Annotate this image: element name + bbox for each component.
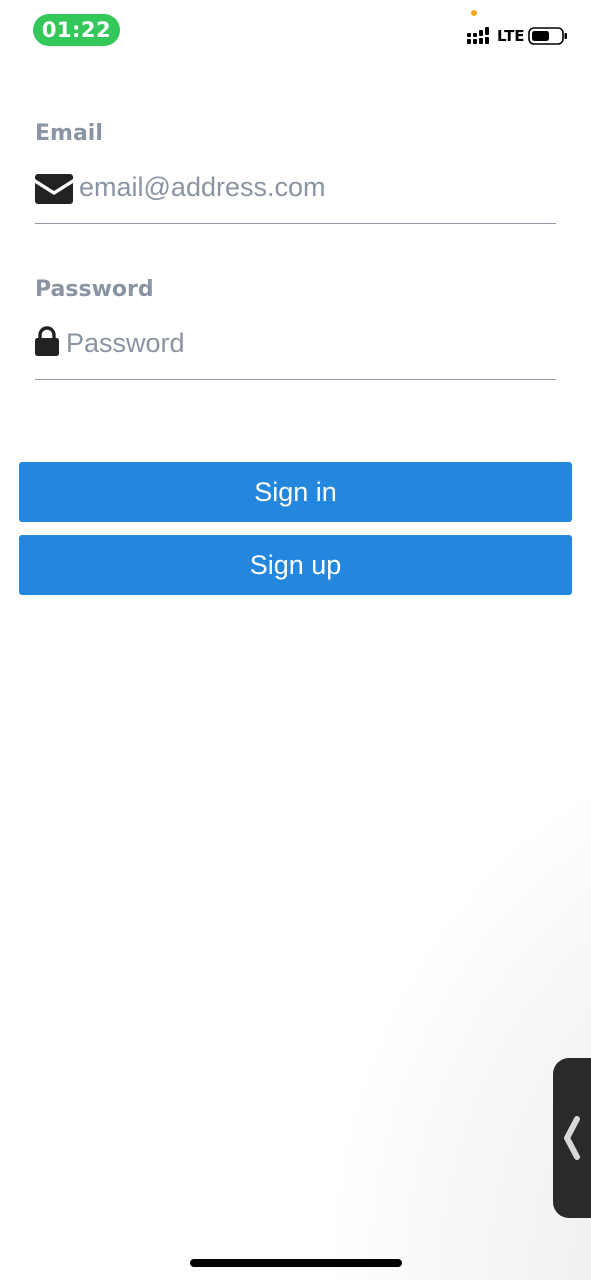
battery-icon xyxy=(528,27,567,45)
status-time[interactable]: 01:22 xyxy=(33,14,120,46)
privacy-indicator-dot xyxy=(471,10,477,16)
side-drawer-handle[interactable] xyxy=(553,1058,591,1218)
email-field[interactable] xyxy=(35,166,556,224)
sign-up-button[interactable]: Sign up xyxy=(19,535,572,595)
email-label: Email xyxy=(35,121,103,146)
email-input[interactable] xyxy=(79,166,549,208)
password-label: Password xyxy=(35,277,154,302)
network-type-label: LTE xyxy=(497,27,525,45)
home-indicator[interactable] xyxy=(190,1259,402,1267)
password-input[interactable] xyxy=(66,322,546,364)
signal-bars-icon xyxy=(467,27,489,44)
sign-in-button[interactable]: Sign in xyxy=(19,462,572,522)
chevron-left-icon xyxy=(564,1116,580,1160)
envelope-icon xyxy=(35,174,73,204)
password-field[interactable] xyxy=(35,322,556,380)
lock-icon xyxy=(35,326,59,356)
